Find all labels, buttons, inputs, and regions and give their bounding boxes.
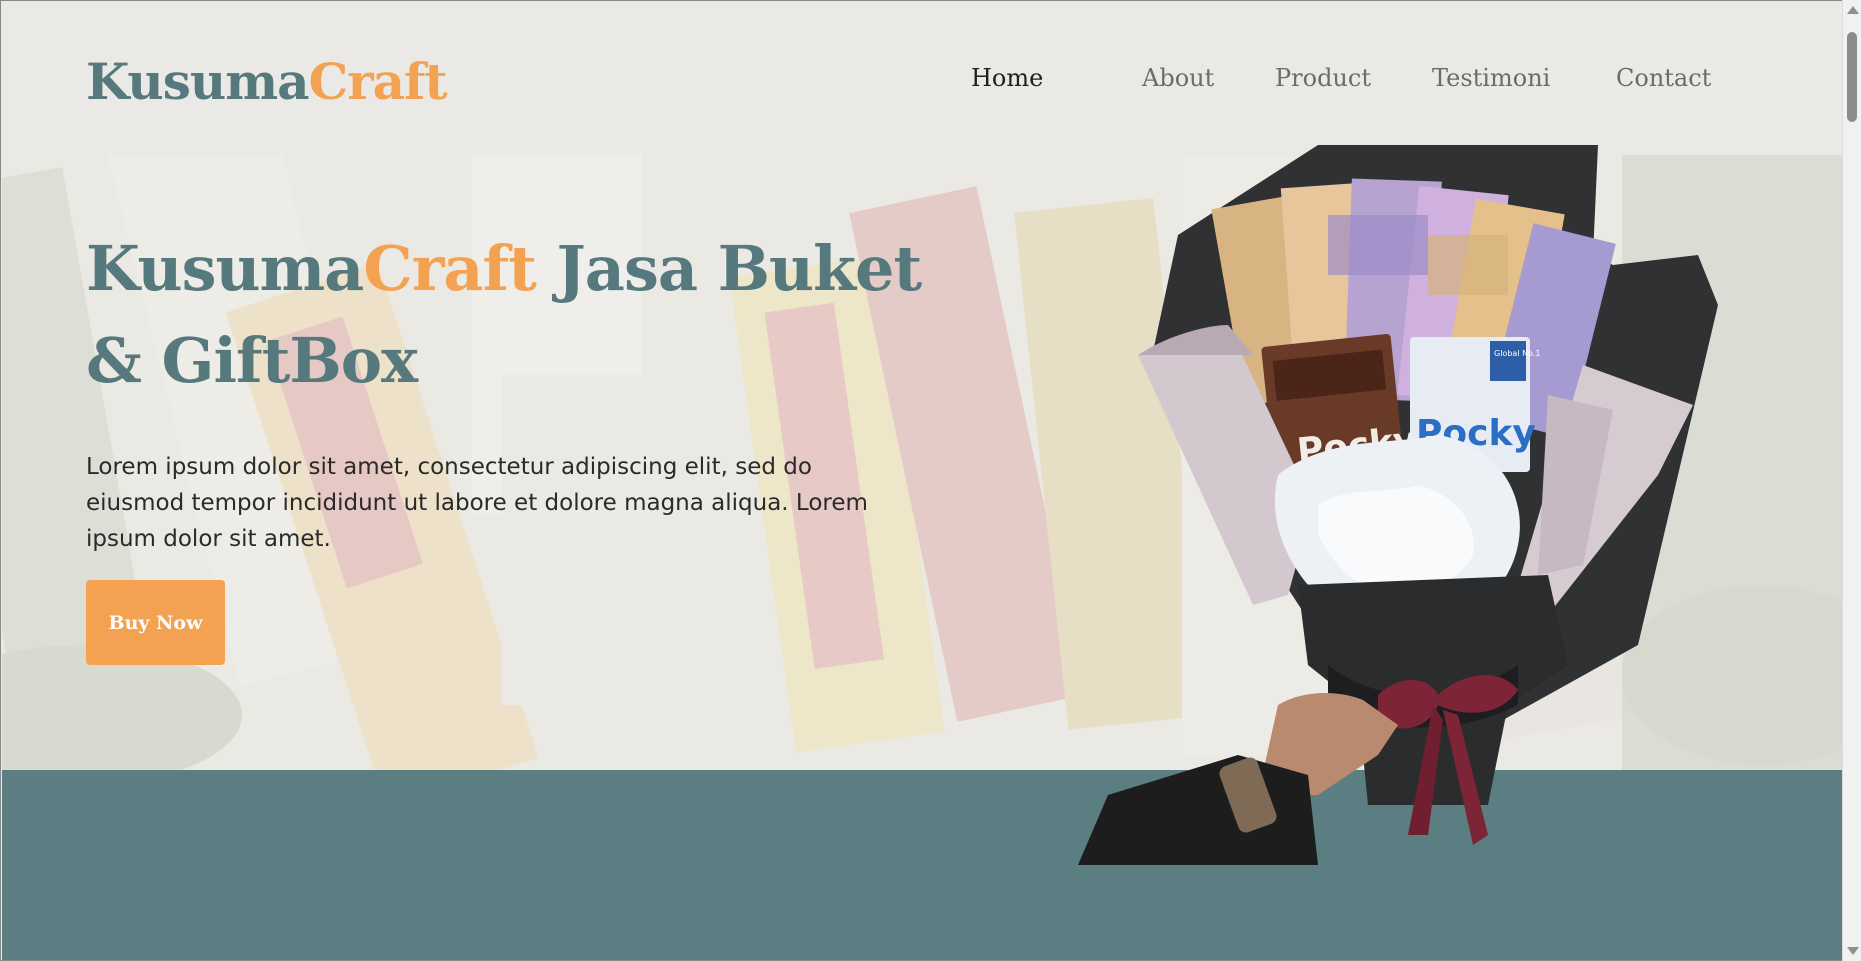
nav-home-link[interactable]: Home [971, 64, 1043, 92]
hero-description: Lorem ipsum dolor sit amet, consectetur … [86, 454, 868, 552]
scrollbar-thumb[interactable] [1847, 32, 1857, 122]
scroll-up-arrow-icon[interactable] [1847, 6, 1859, 14]
hero-title-accent: Craft [363, 232, 536, 305]
vertical-scrollbar[interactable] [1842, 0, 1861, 961]
site-header: KusumaCraft Home About Product Testimoni… [2, 2, 1842, 155]
main-nav: Home About Product Testimoni Contact [2, 64, 1842, 104]
bouquet-image: Pocky Global No.1 Pocky [1078, 145, 1718, 865]
hero-title: KusumaCraft Jasa Buket & GiftBox [86, 223, 946, 407]
nav-contact-link[interactable]: Contact [1616, 64, 1711, 92]
pocky-badge-text: Global No.1 [1494, 349, 1540, 358]
nav-testimoni-link[interactable]: Testimoni [1432, 64, 1550, 92]
hero-title-primary: Kusuma [86, 232, 364, 305]
scroll-down-arrow-icon[interactable] [1847, 947, 1859, 955]
buy-now-button[interactable]: Buy Now [86, 580, 225, 665]
nav-product-link[interactable]: Product [1275, 64, 1371, 92]
nav-about-link[interactable]: About [1142, 64, 1214, 92]
